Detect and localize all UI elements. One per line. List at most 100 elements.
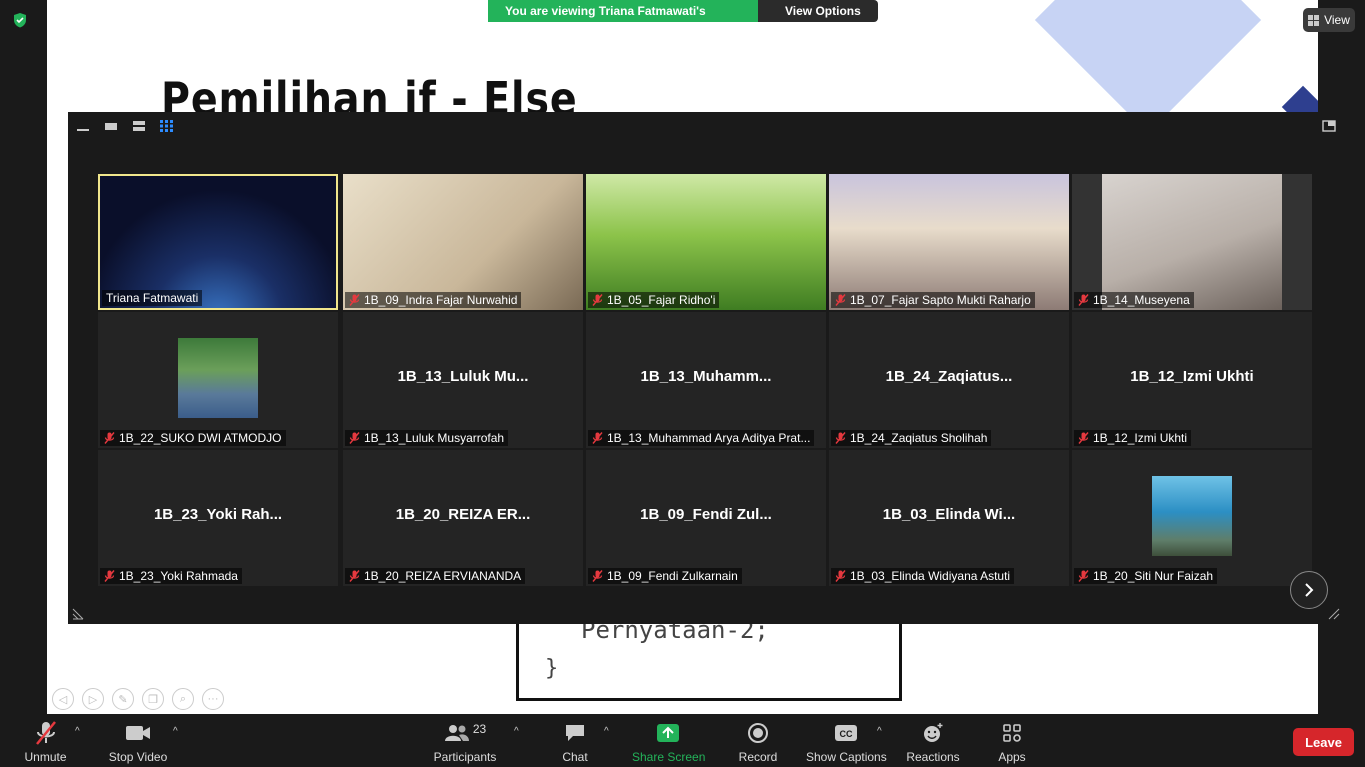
participant-name-label: 1B_12_Izmi Ukhti	[1074, 430, 1192, 446]
closed-captions-icon: CC	[835, 725, 857, 741]
participant-display-name: 1B_13_Luluk Mu...	[397, 368, 529, 385]
participant-tile[interactable]: 1B_05_Fajar Ridho'i	[586, 174, 826, 310]
leave-button[interactable]: Leave	[1293, 728, 1354, 756]
back-icon[interactable]: ◁	[52, 688, 74, 710]
participants-button[interactable]: 23 Participants	[432, 720, 498, 764]
microphone-muted-icon	[835, 432, 846, 444]
participant-name: 1B_24_Zaqiatus Sholihah	[850, 431, 988, 445]
security-shield-icon[interactable]	[12, 12, 28, 28]
thumbnail-view-icon[interactable]	[104, 120, 118, 132]
microphone-muted-icon	[349, 570, 360, 582]
next-page-button[interactable]	[1290, 571, 1328, 609]
chevron-down-icon: ⌄	[785, 18, 796, 32]
share-screen-button[interactable]: Share Screen	[632, 720, 706, 764]
participant-name: 1B_14_Museyena	[1093, 293, 1190, 307]
participant-tile[interactable]: 1B_03_Elinda Wi... 1B_03_Elinda Widiyana …	[829, 450, 1069, 586]
participant-tile[interactable]: 1B_23_Yoki Rah... 1B_23_Yoki Rahmada	[98, 450, 338, 586]
participant-name-label: 1B_03_Elinda Widiyana Astuti	[831, 568, 1015, 584]
reactions-button[interactable]: Reactions	[906, 720, 960, 764]
participant-tile[interactable]: 1B_13_Muhamm... 1B_13_Muhammad Arya Adity…	[586, 312, 826, 448]
participant-video	[586, 174, 826, 310]
show-captions-button[interactable]: CC Show Captions	[806, 720, 887, 764]
chevron-right-icon	[1305, 583, 1314, 597]
captions-options-caret[interactable]: ^	[877, 726, 882, 737]
apps-label: Apps	[998, 750, 1026, 764]
profile-picture	[178, 338, 258, 418]
exit-gallery-icon[interactable]	[1322, 120, 1336, 132]
profile-picture	[1152, 476, 1232, 556]
participants-options-caret[interactable]: ^	[514, 726, 519, 737]
unmute-button[interactable]: Unmute	[18, 720, 73, 764]
microphone-muted-icon	[1078, 432, 1089, 444]
apps-icon	[1003, 724, 1021, 742]
participant-name: 1B_23_Yoki Rahmada	[119, 569, 238, 583]
participants-label: Participants	[433, 750, 497, 764]
participant-name-label: 1B_23_Yoki Rahmada	[100, 568, 242, 584]
microphone-muted-icon	[592, 432, 603, 444]
share-screen-label: Share Screen	[632, 750, 706, 764]
participant-tile[interactable]: 1B_12_Izmi Ukhti 1B_12_Izmi Ukhti	[1072, 312, 1312, 448]
audio-options-caret[interactable]: ^	[75, 726, 80, 737]
participant-name: 1B_09_Indra Fajar Nurwahid	[364, 293, 518, 307]
view-options-button[interactable]: View Options ⌄	[758, 0, 878, 32]
participant-display-name: 1B_13_Muhamm...	[640, 368, 772, 385]
resize-handle-icon[interactable]	[1328, 608, 1340, 620]
annotation-tools: ◁ ▷ ✎ ❐ ⌕ ···	[52, 688, 224, 710]
microphone-muted-icon	[835, 570, 846, 582]
show-captions-label: Show Captions	[806, 750, 887, 764]
gallery-view-panel: Triana Fatmawati 1B_09_Indra Fajar Nurwah…	[68, 112, 1344, 624]
video-camera-icon	[126, 726, 150, 740]
participant-tile[interactable]: 1B_07_Fajar Sapto Mukti Raharjo	[829, 174, 1069, 310]
participant-name-label: 1B_22_SUKO DWI ATMODJO	[100, 430, 286, 446]
participant-display-name: 1B_09_Fendi Zul...	[640, 506, 772, 523]
minimize-icon[interactable]	[76, 120, 90, 132]
participant-tile[interactable]: 1B_09_Fendi Zul... 1B_09_Fendi Zulkarnain	[586, 450, 826, 586]
participant-tile[interactable]: 1B_20_Siti Nur Faizah	[1072, 450, 1312, 586]
microphone-muted-icon	[592, 294, 603, 306]
copy-icon[interactable]: ❐	[142, 688, 164, 710]
view-button[interactable]: View	[1303, 8, 1355, 32]
gallery-view-icon[interactable]	[160, 120, 174, 132]
participant-display-name: 1B_03_Elinda Wi...	[882, 506, 1016, 523]
participant-tile[interactable]: Triana Fatmawati	[98, 174, 338, 310]
pen-icon[interactable]: ✎	[112, 688, 134, 710]
resize-handle-icon[interactable]	[72, 608, 84, 620]
view-options-label: View Options	[785, 4, 861, 18]
participant-name: 1B_07_Fajar Sapto Mukti Raharjo	[850, 293, 1031, 307]
participant-name: 1B_20_Siti Nur Faizah	[1093, 569, 1214, 583]
participant-name-label: 1B_13_Muhammad Arya Aditya Prat...	[588, 430, 815, 446]
participant-display-name: 1B_23_Yoki Rah...	[153, 506, 283, 523]
participant-tile[interactable]: 1B_14_Museyena	[1072, 174, 1312, 310]
chat-options-caret[interactable]: ^	[604, 726, 609, 737]
apps-button[interactable]: Apps	[995, 720, 1029, 764]
participant-name: 1B_05_Fajar Ridho'i	[607, 293, 716, 307]
chat-button[interactable]: Chat	[558, 720, 592, 764]
record-button[interactable]: Record	[737, 720, 779, 764]
participant-tile[interactable]: 1B_20_REIZA ER... 1B_20_REIZA ERVIANANDA	[343, 450, 583, 586]
speaker-view-icon[interactable]	[132, 120, 146, 132]
more-icon[interactable]: ···	[202, 688, 224, 710]
code-line: }	[545, 656, 559, 681]
participant-video	[1102, 174, 1282, 310]
zoom-icon[interactable]: ⌕	[172, 688, 194, 710]
participant-name-label: 1B_07_Fajar Sapto Mukti Raharjo	[831, 292, 1035, 308]
participant-tile[interactable]: 1B_09_Indra Fajar Nurwahid	[343, 174, 583, 310]
participant-name-label: 1B_13_Luluk Musyarrofah	[345, 430, 509, 446]
participant-tile[interactable]: 1B_22_SUKO DWI ATMODJO	[98, 312, 338, 448]
participant-name-label: 1B_05_Fajar Ridho'i	[588, 292, 720, 308]
video-options-caret[interactable]: ^	[173, 726, 178, 737]
participant-name-label: 1B_20_Siti Nur Faizah	[1074, 568, 1218, 584]
gallery-toolbar	[76, 120, 174, 132]
participant-tile[interactable]: 1B_13_Luluk Mu... 1B_13_Luluk Musyarrofah	[343, 312, 583, 448]
participant-video	[829, 174, 1069, 310]
participant-video	[343, 174, 583, 310]
unmute-label: Unmute	[24, 750, 67, 764]
viewing-banner: You are viewing Triana Fatmawati's scree…	[488, 0, 878, 32]
participants-icon	[444, 725, 469, 741]
forward-icon[interactable]: ▷	[82, 688, 104, 710]
participant-name: 1B_13_Muhammad Arya Aditya Prat...	[607, 431, 811, 445]
zoom-meeting-window: Pemilihan if - Else Pernyataan-2; } ◁ ▷ …	[0, 0, 1365, 767]
stop-video-button[interactable]: Stop Video	[106, 720, 170, 764]
participant-name: 1B_12_Izmi Ukhti	[1093, 431, 1188, 445]
participant-tile[interactable]: 1B_24_Zaqiatus... 1B_24_Zaqiatus Sholihah	[829, 312, 1069, 448]
